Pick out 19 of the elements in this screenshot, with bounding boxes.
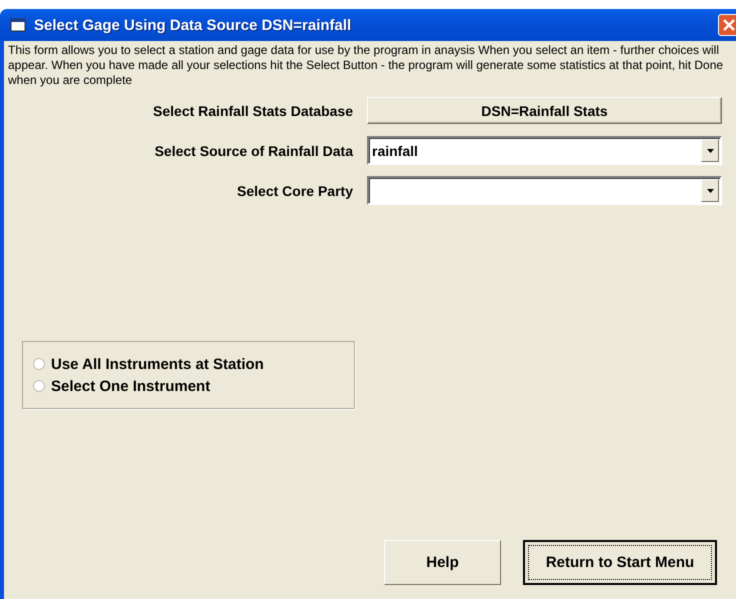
close-icon [723,19,735,31]
field-label: Select Rainfall Stats Database [152,102,353,118]
radio-option[interactable]: Select One Instrument [33,378,354,394]
dropdown-arrow-button[interactable] [701,179,719,202]
dropdown-arrow-button[interactable] [701,139,719,162]
database-button[interactable]: DSN=Rainfall Stats [367,97,722,124]
field-label: Select Core Party [236,182,353,198]
instructions-text: This form allows you to select a station and gage data for use by the program in anaysis When you select an item - further choices will appear. When you have made all your selections hit the Select Button - the program will generate some statistics at that point, hit Done when you are complete [8,43,724,88]
radio-option[interactable]: Use All Instruments at Station [33,356,354,372]
window-icon [10,18,26,32]
dropdown-field[interactable]: rainfall [367,136,722,165]
window-title: Select Gage Using Data Source DSN=rainfall [34,16,352,34]
help-button[interactable]: Help [384,540,501,585]
dropdown-field[interactable] [367,176,722,205]
close-button[interactable] [718,14,736,36]
field-label: Select Source of Rainfall Data [154,142,353,158]
caret-icon [706,188,714,192]
return-button[interactable]: Return to Start Menu [523,540,717,585]
caret-icon [706,148,714,152]
